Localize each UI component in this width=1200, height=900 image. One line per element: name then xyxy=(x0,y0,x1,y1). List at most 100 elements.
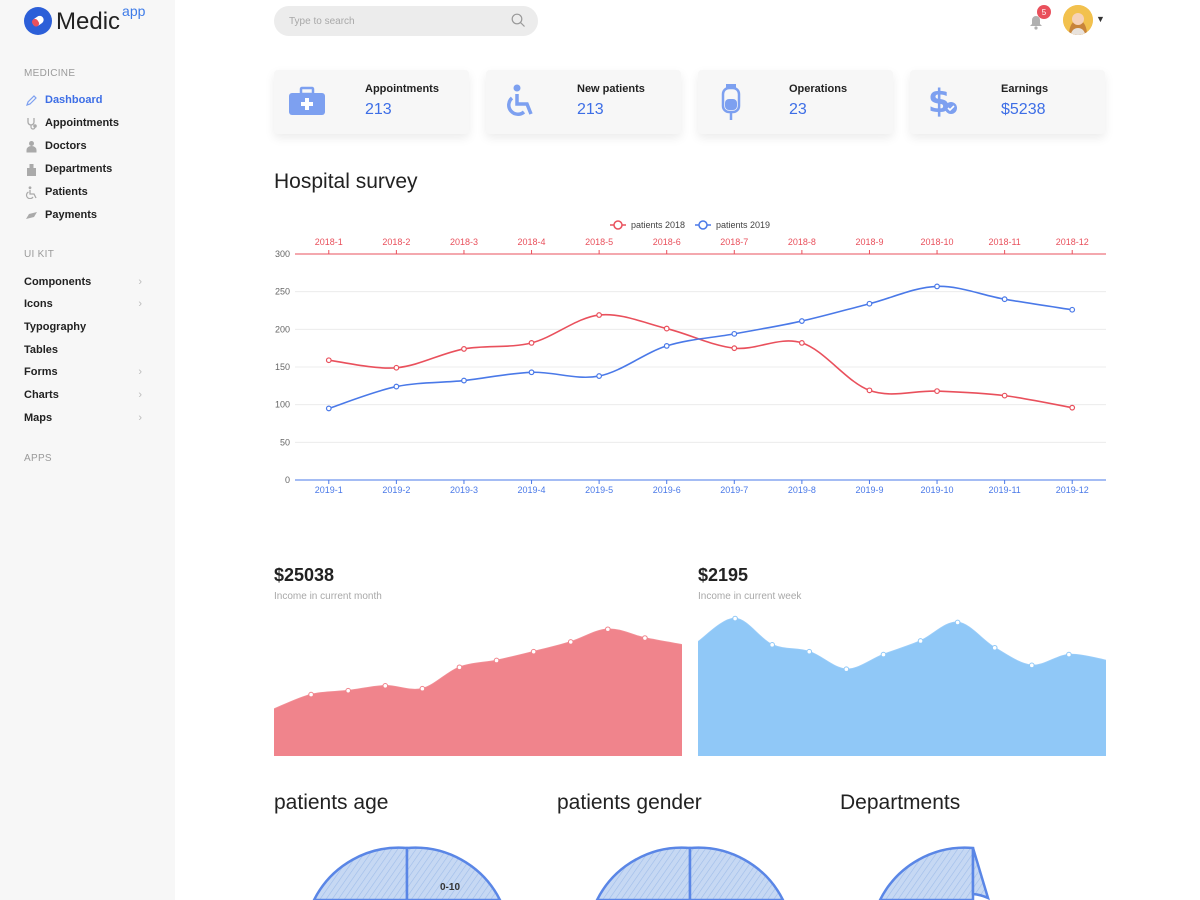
top-x-tick-label: 2018-3 xyxy=(450,237,478,247)
sidebar-item-label: Maps xyxy=(24,412,53,424)
data-point xyxy=(1029,662,1035,669)
area-fill xyxy=(274,629,682,756)
brand-name: Medic xyxy=(56,8,121,35)
data-point xyxy=(954,619,961,626)
chevron-right-icon: › xyxy=(138,366,142,378)
stat-value: 213 xyxy=(365,101,392,118)
data-point xyxy=(798,339,805,346)
bottom-x-tick-label: 2019-11 xyxy=(988,485,1020,495)
series-line-2018 xyxy=(328,313,1073,409)
sidebar-item-forms[interactable]: Forms › xyxy=(24,366,142,378)
area-fill xyxy=(698,618,1106,756)
legend-label: patients 2019 xyxy=(716,220,770,230)
y-tick-label: 200 xyxy=(275,324,290,334)
bottom-x-tick-label: 2019-3 xyxy=(450,485,478,495)
sidebar-item-icons[interactable]: Icons › xyxy=(24,298,142,310)
pie-slice xyxy=(878,846,975,900)
sidebar-item-label: Components xyxy=(24,276,92,288)
data-point xyxy=(1001,296,1008,303)
search-icon[interactable] xyxy=(511,13,526,33)
bottom-x-tick-label: 2019-6 xyxy=(653,485,681,495)
chevron-right-icon: › xyxy=(138,276,142,288)
sidebar-item-tables[interactable]: Tables xyxy=(24,344,142,356)
pie-slice-label: 0-10 xyxy=(440,882,460,893)
sidebar-item-patients[interactable]: Patients xyxy=(24,184,144,200)
stat-card-new-patients[interactable]: New patients 213 xyxy=(486,70,681,134)
data-point xyxy=(731,345,738,352)
logo-icon xyxy=(24,7,52,35)
chevron-down-icon[interactable]: ▼ xyxy=(1096,14,1105,24)
top-x-tick-label: 2018-6 xyxy=(653,237,681,247)
legend-marker xyxy=(613,220,623,230)
data-point xyxy=(382,683,389,689)
pie-slice xyxy=(971,847,990,900)
y-tick-label: 50 xyxy=(280,437,290,447)
wheelchair-icon xyxy=(500,84,538,118)
sidebar-item-appointments[interactable]: Appointments xyxy=(24,115,144,131)
top-x-tick-label: 2018-7 xyxy=(720,237,748,247)
stat-label: Operations xyxy=(789,83,848,95)
y-tick-label: 100 xyxy=(275,400,290,410)
survey-title: Hospital survey xyxy=(274,170,418,193)
pie-slice xyxy=(688,846,785,900)
data-point xyxy=(663,325,670,332)
stat-label: Earnings xyxy=(1001,83,1049,95)
stat-card-operations[interactable]: Operations 23 xyxy=(698,70,893,134)
chevron-right-icon: › xyxy=(138,298,142,310)
bottom-x-tick-label: 2019-8 xyxy=(788,485,816,495)
legend-marker xyxy=(698,220,708,230)
stat-card-appointments[interactable]: Appointments 213 xyxy=(274,70,469,134)
data-point xyxy=(528,369,535,376)
chevron-right-icon: › xyxy=(138,389,142,401)
departments-title: Departments xyxy=(840,791,961,814)
stat-card-earnings[interactable]: $ Earnings $5238 xyxy=(910,70,1105,134)
top-x-tick-label: 2018-10 xyxy=(921,237,954,247)
sidebar-item-label: Patients xyxy=(45,186,88,198)
data-point xyxy=(461,346,467,352)
top-x-tick-label: 2018-8 xyxy=(788,237,816,247)
data-point xyxy=(732,615,738,622)
sidebar-item-components[interactable]: Components › xyxy=(24,276,142,288)
search-input[interactable] xyxy=(289,15,489,27)
survey-chart: 0 50 100 150 200 250 300 2018-1 2018-2 2018-3 2018… xyxy=(275,220,1106,495)
sidebar-item-payments[interactable]: Payments xyxy=(24,207,144,223)
patients-gender-title: patients gender xyxy=(557,791,702,814)
sidebar: Medic app MEDICINE Dashboard Appointment… xyxy=(0,0,175,900)
bottom-x-tick-label: 2019-2 xyxy=(382,485,410,495)
data-point xyxy=(769,642,775,648)
top-x-tick-label: 2018-4 xyxy=(518,237,546,247)
data-point xyxy=(843,666,850,673)
data-point xyxy=(493,657,500,664)
sidebar-item-typography[interactable]: Typography xyxy=(24,321,142,333)
income-week-chart xyxy=(698,615,1106,756)
avatar[interactable] xyxy=(1063,5,1093,35)
data-point xyxy=(605,626,611,633)
top-x-tick-label: 2018-1 xyxy=(315,237,343,247)
data-point xyxy=(596,312,603,318)
data-point xyxy=(456,664,463,671)
data-point xyxy=(880,651,887,658)
sidebar-item-charts[interactable]: Charts › xyxy=(24,389,142,401)
data-point xyxy=(798,318,805,324)
brand-logo[interactable]: Medic app xyxy=(24,3,145,36)
patients-gender-pie xyxy=(595,846,785,900)
sidebar-item-dashboard[interactable]: Dashboard xyxy=(24,92,144,108)
data-point xyxy=(642,635,648,641)
top-x-tick-label: 2018-11 xyxy=(988,237,1020,247)
data-point xyxy=(567,639,574,645)
sidebar-item-doctors[interactable]: Doctors xyxy=(24,138,144,154)
sidebar-item-departments[interactable]: Departments xyxy=(24,161,144,177)
data-point xyxy=(991,644,998,651)
data-point xyxy=(1069,306,1076,313)
building-icon xyxy=(24,162,38,176)
wheelchair-icon xyxy=(24,185,38,199)
data-point xyxy=(461,377,467,384)
notification-badge: 5 xyxy=(1037,5,1051,19)
stat-value: 213 xyxy=(577,101,604,118)
sidebar-item-maps[interactable]: Maps › xyxy=(24,412,142,424)
pen-icon xyxy=(24,93,38,107)
search-bar[interactable] xyxy=(274,6,538,36)
income-month-value: $25038 xyxy=(274,565,335,585)
bottom-x-tick-label: 2019-9 xyxy=(855,485,883,495)
stat-label: Appointments xyxy=(365,83,439,95)
